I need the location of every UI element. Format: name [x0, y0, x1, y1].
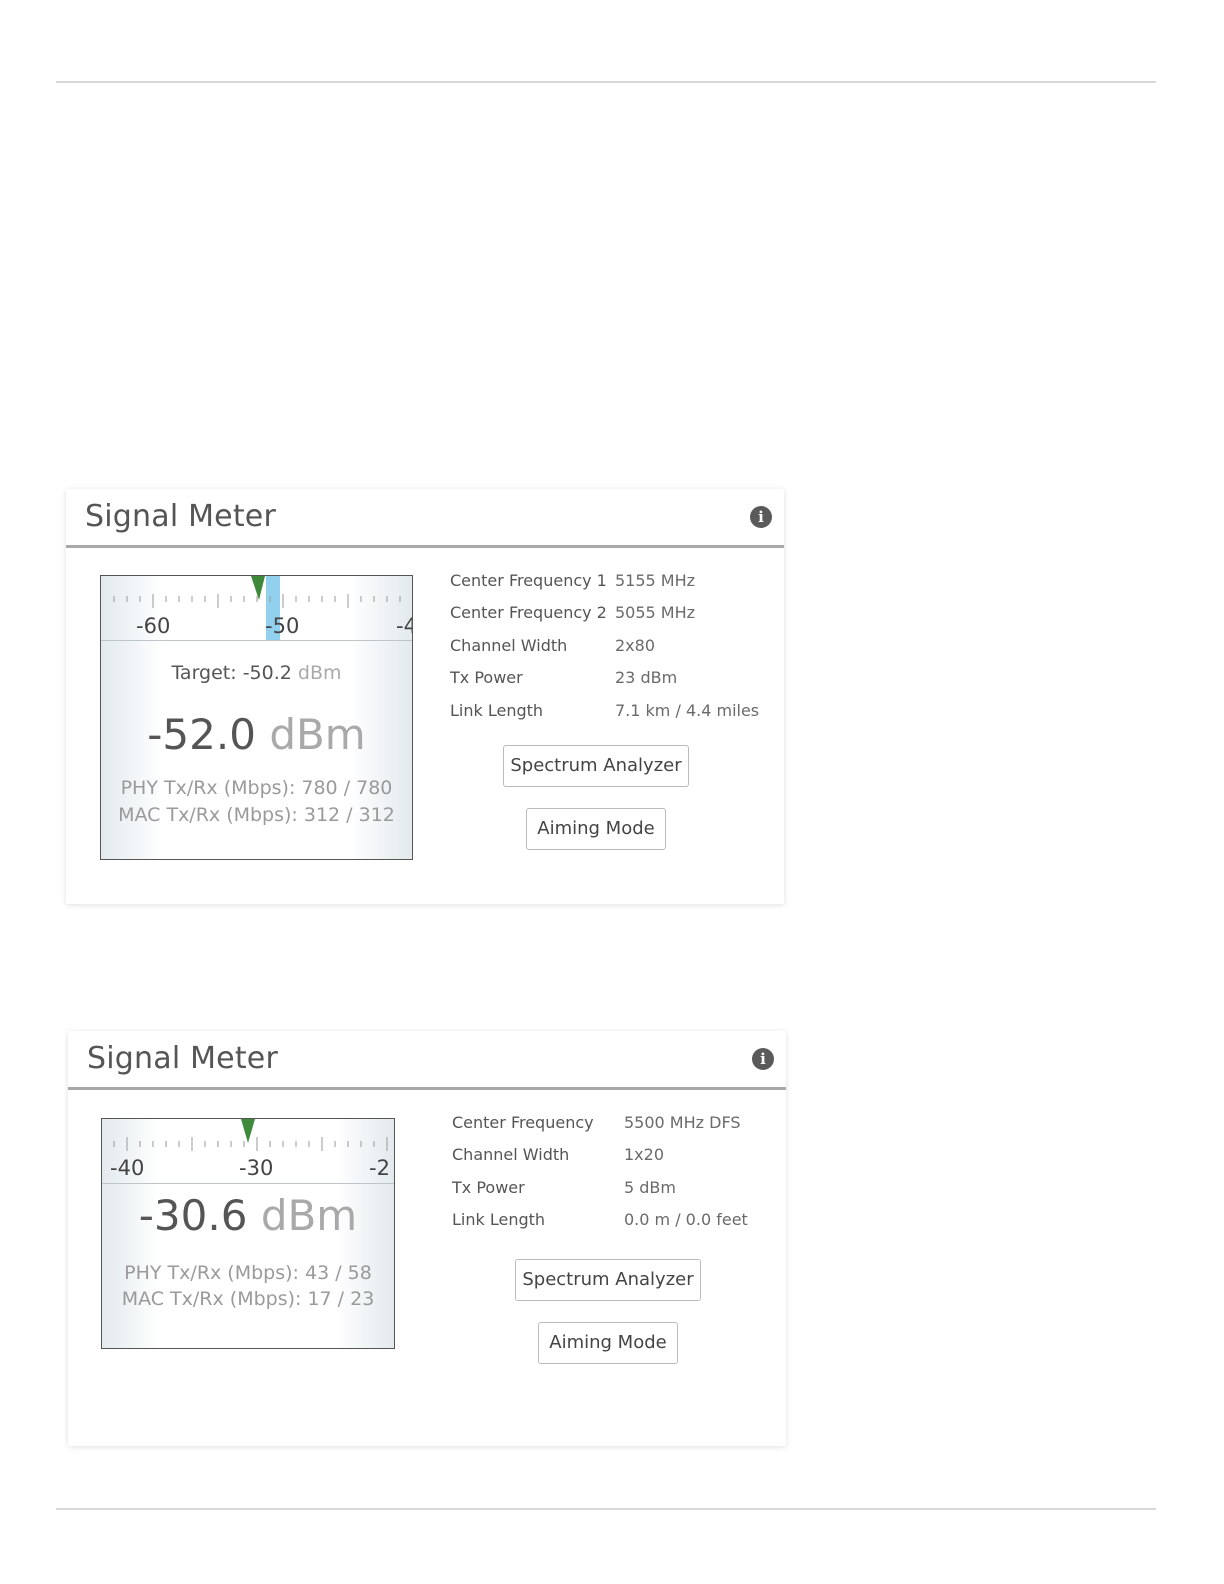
meter-scale: -60 -50 -4: [101, 576, 412, 641]
property-label: Tx Power: [450, 668, 523, 687]
property-value: 5155 MHz: [615, 571, 696, 590]
property-value: 5500 MHz DFS: [624, 1113, 741, 1132]
signal-value: -52.0: [147, 710, 256, 759]
property-label: Link Length: [452, 1210, 546, 1229]
signal-meter-panel: Signal Meter i: [68, 1031, 786, 1446]
mac-rate: MAC Tx/Rx (Mbps): 312 / 312: [118, 804, 395, 826]
mac-rate: MAC Tx/Rx (Mbps): 17 / 23: [121, 1288, 375, 1310]
aiming-mode-button[interactable]: Aiming Mode: [526, 808, 666, 850]
target-value: Target: -50.2: [171, 662, 292, 684]
info-icon[interactable]: i: [752, 1048, 774, 1070]
target-unit: dBm: [297, 662, 342, 684]
property-label: Center Frequency: [452, 1113, 594, 1132]
aiming-mode-button[interactable]: Aiming Mode: [538, 1322, 678, 1364]
property-label: Center Frequency 1: [450, 571, 607, 590]
panel-title: Signal Meter: [85, 499, 276, 534]
scale-label: -4: [396, 614, 412, 638]
scale-label: -30: [239, 1156, 274, 1180]
scale-label: -40: [110, 1156, 145, 1180]
property-value: 23 dBm: [615, 668, 678, 687]
link-properties: Center Frequency 1 5155 MHz Center Frequ…: [450, 571, 770, 731]
meter-scale: -40 -30 -2: [102, 1119, 394, 1184]
signal-unit: dBm: [260, 1191, 358, 1240]
top-divider: [56, 81, 1156, 83]
property-value: 1x20: [624, 1145, 665, 1164]
signal-value: -30.6: [138, 1191, 248, 1240]
property-value: 7.1 km / 4.4 miles: [615, 701, 760, 720]
scale-label: -60: [136, 614, 171, 638]
property-label: Link Length: [450, 701, 544, 720]
property-label: Center Frequency 2: [450, 603, 607, 622]
target-marker: [251, 576, 265, 600]
property-value: 0.0 m / 0.0 feet: [624, 1210, 748, 1229]
signal-readout: -52.0 dBm: [101, 710, 412, 759]
property-value: 2x80: [615, 636, 656, 655]
signal-readout: -30.6 dBm: [102, 1191, 394, 1240]
panel-header: Signal Meter i: [66, 489, 784, 548]
spectrum-analyzer-button[interactable]: Spectrum Analyzer: [503, 745, 689, 787]
phy-rate: PHY Tx/Rx (Mbps): 43 / 58: [124, 1262, 372, 1284]
signal-meter-gauge: -40 -30 -2 -30.6 dBm PHY Tx/Rx (Mbps): 4…: [101, 1118, 395, 1349]
panel-header: Signal Meter i: [68, 1031, 786, 1090]
scale-label: -50: [265, 614, 300, 638]
target-readout: Target: -50.2 dBm: [101, 662, 412, 684]
signal-meter-panel: Signal Meter i: [66, 489, 784, 904]
phy-rate: PHY Tx/Rx (Mbps): 780 / 780: [120, 777, 393, 799]
signal-marker: [241, 1119, 255, 1143]
signal-meter-gauge: -60 -50 -4 Target: -50.2 dBm -52.0 dBm P…: [100, 575, 413, 860]
info-icon[interactable]: i: [750, 506, 772, 528]
scale-label: -2: [369, 1156, 390, 1180]
bottom-divider: [56, 1508, 1156, 1510]
panel-title: Signal Meter: [87, 1041, 278, 1076]
signal-unit: dBm: [269, 710, 366, 759]
property-label: Tx Power: [452, 1178, 525, 1197]
property-value: 5 dBm: [624, 1178, 676, 1197]
property-label: Channel Width: [452, 1145, 570, 1164]
property-value: 5055 MHz: [615, 603, 696, 622]
link-properties: Center Frequency 5500 MHz DFS Channel Wi…: [452, 1113, 772, 1243]
spectrum-analyzer-button[interactable]: Spectrum Analyzer: [515, 1259, 701, 1301]
property-label: Channel Width: [450, 636, 568, 655]
